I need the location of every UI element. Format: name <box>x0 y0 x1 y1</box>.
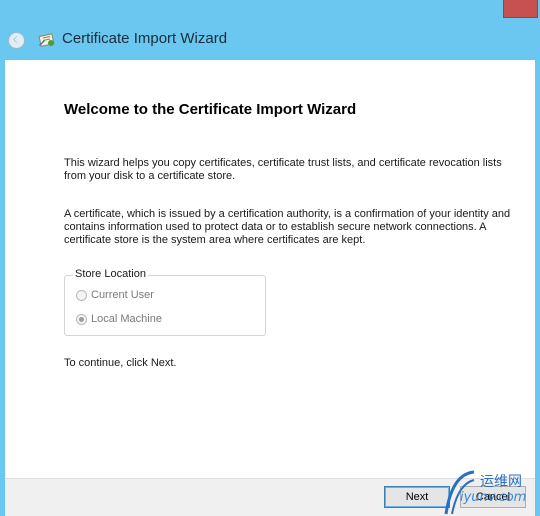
description-text: A certificate, which is issued by a cert… <box>64 208 511 246</box>
certificate-icon <box>38 33 55 47</box>
cancel-button[interactable]: Cancel <box>460 486 526 508</box>
radio-current-user-label: Current User <box>91 289 154 301</box>
window-title: Certificate Import Wizard <box>62 30 228 47</box>
radio-local-machine[interactable]: Local Machine <box>76 313 162 325</box>
store-location-label: Store Location <box>73 268 148 280</box>
back-arrow-icon[interactable] <box>8 32 25 49</box>
store-location-group <box>64 275 266 336</box>
continue-text: To continue, click Next. <box>64 357 177 369</box>
intro-text: This wizard helps you copy certificates,… <box>64 157 502 182</box>
wizard-heading: Welcome to the Certificate Import Wizard <box>64 101 357 118</box>
close-window-button[interactable] <box>503 0 538 18</box>
radio-local-machine-label: Local Machine <box>91 313 162 325</box>
next-button[interactable]: Next <box>384 486 450 508</box>
wizard-footer: Next Cancel <box>5 478 535 516</box>
radio-current-user-button[interactable] <box>76 289 87 301</box>
radio-local-machine-button[interactable] <box>76 313 87 325</box>
radio-current-user[interactable]: Current User <box>76 289 154 301</box>
title-bar: Certificate Import Wizard <box>0 20 540 60</box>
wizard-content: Welcome to the Certificate Import Wizard… <box>5 60 535 478</box>
